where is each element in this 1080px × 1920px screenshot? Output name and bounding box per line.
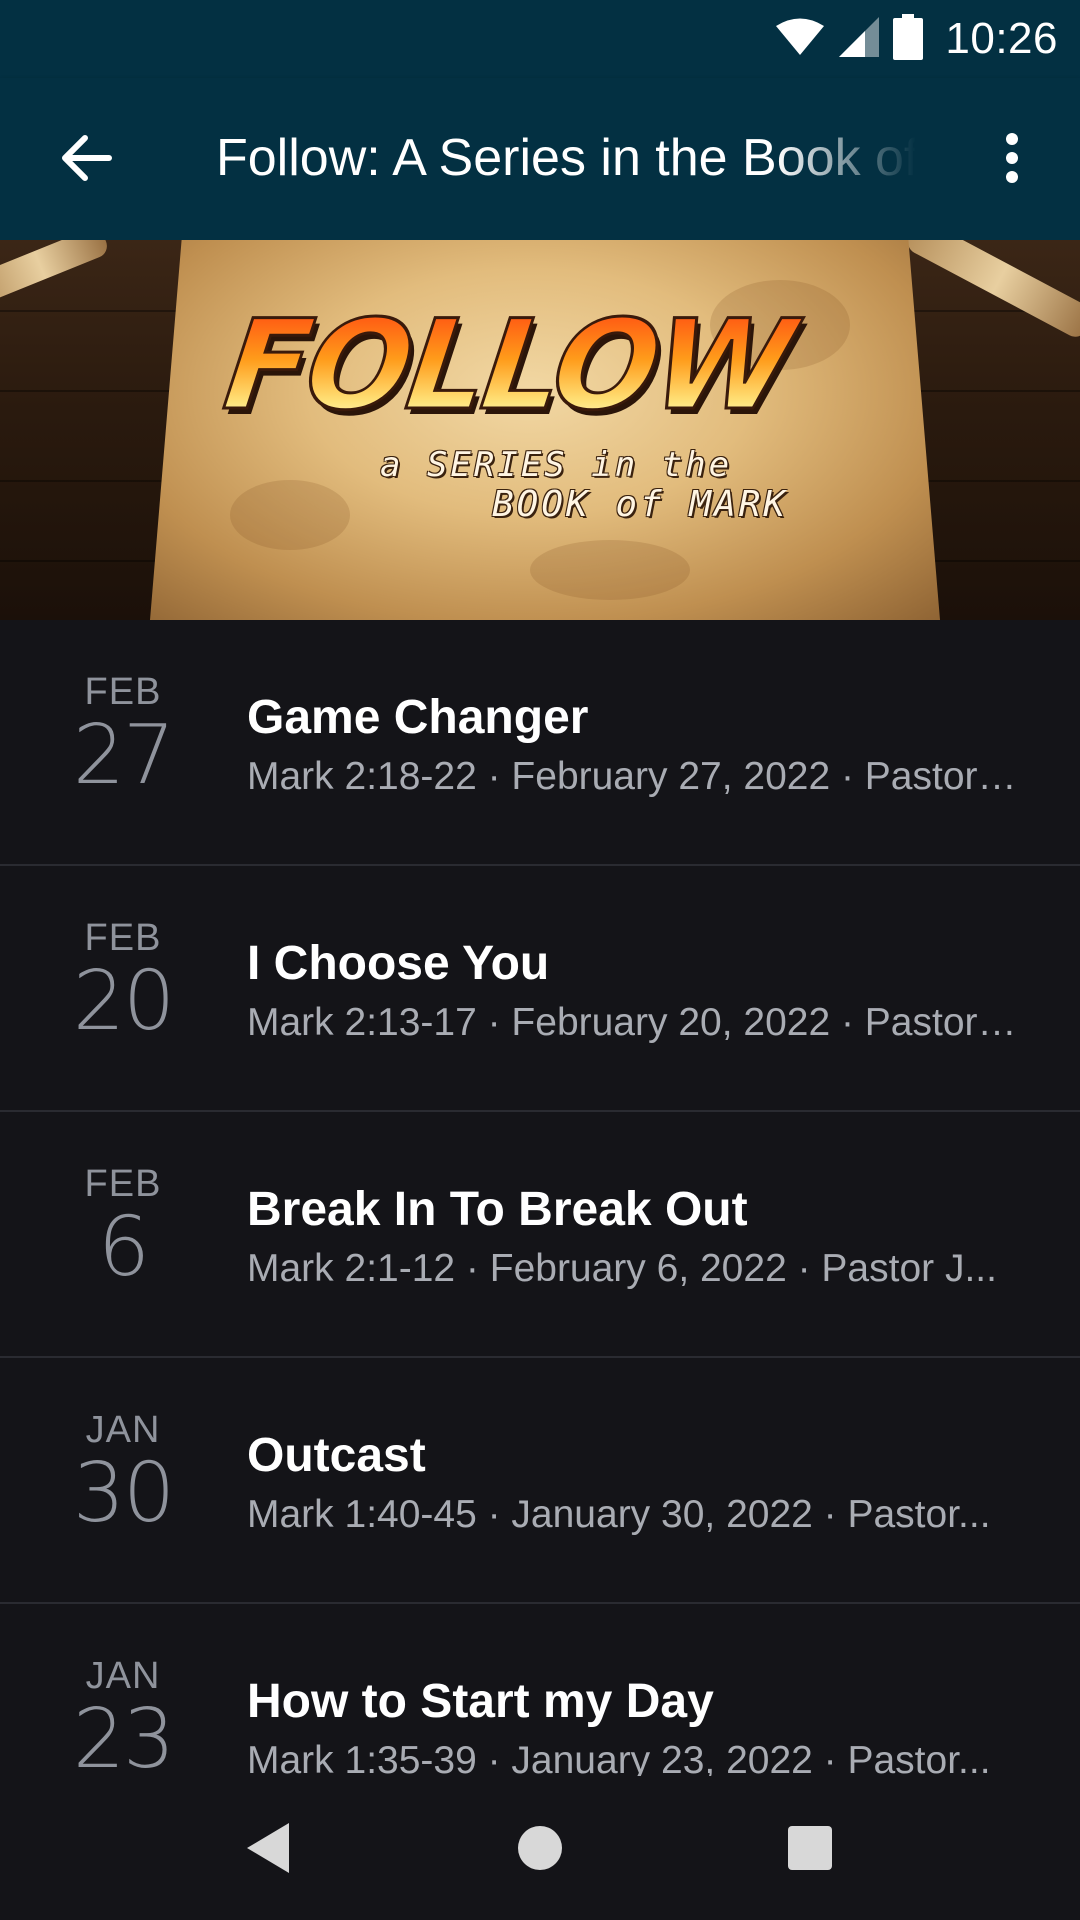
wifi-icon (775, 17, 825, 62)
back-button[interactable] (46, 118, 126, 198)
date-month: JAN (85, 1655, 161, 1697)
date-day: 30 (72, 1446, 175, 1541)
follow-title-art: FOLLOW FOLLOW (201, 298, 816, 438)
nav-back-button[interactable] (228, 1808, 308, 1888)
sermon-title: Outcast (247, 1429, 426, 1482)
sermon-row[interactable]: FEB 20 I Choose You Mark 2:13-17 · Febru… (0, 866, 1080, 1112)
sermon-title: Break In To Break Out (247, 1183, 748, 1236)
date-day: 27 (72, 708, 175, 803)
date-day: 20 (72, 954, 175, 1049)
sermon-row[interactable]: FEB 6 Break In To Break Out Mark 2:1-12 … (0, 1112, 1080, 1358)
back-triangle-icon (247, 1823, 289, 1873)
date-badge: JAN 23 (40, 1656, 206, 1784)
cell-signal-icon (837, 15, 881, 64)
date-month: FEB (84, 917, 162, 959)
sermon-list: FEB 27 Game Changer Mark 2:18-22 · Febru… (0, 620, 1080, 1850)
status-icons: 10:26 (763, 0, 1058, 78)
date-day: 23 (72, 1692, 175, 1787)
nav-home-button[interactable] (500, 1808, 580, 1888)
nav-recents-button[interactable] (770, 1808, 850, 1888)
date-month: FEB (84, 1163, 162, 1205)
date-day: 6 (97, 1200, 150, 1295)
sermon-row[interactable]: FEB 27 Game Changer Mark 2:18-22 · Febru… (0, 620, 1080, 866)
banner-subtitle-line2: BOOK of MARK (492, 484, 789, 525)
sermon-meta: Mark 1:40-45 · January 30, 2022 · Pastor… (247, 1493, 991, 1536)
date-badge: JAN 30 (40, 1410, 206, 1538)
status-bar: 10:26 (0, 0, 1080, 78)
sermon-meta: Mark 2:13-17 · February 20, 2022 · Pasto… (247, 1001, 1027, 1044)
sermon-title: I Choose You (247, 937, 550, 990)
sermon-title: How to Start my Day (247, 1675, 714, 1728)
date-badge: FEB 27 (40, 672, 206, 800)
date-badge: FEB 20 (40, 918, 206, 1046)
more-vert-icon (1006, 133, 1018, 183)
app-bar: Follow: A Series in the Book of Mark (0, 78, 1080, 240)
sermon-row[interactable]: JAN 30 Outcast Mark 1:40-45 · January 30… (0, 1358, 1080, 1604)
recents-square-icon (788, 1826, 832, 1870)
banner-subtitle-line1: a SERIES in the (380, 445, 733, 485)
sermon-title: Game Changer (247, 691, 589, 744)
sermon-meta: Mark 2:1-12 · February 6, 2022 · Pastor … (247, 1247, 997, 1290)
date-month: FEB (84, 671, 162, 713)
date-month: JAN (85, 1409, 161, 1451)
svg-text:FOLLOW: FOLLOW (202, 298, 811, 438)
home-circle-icon (518, 1826, 562, 1870)
system-nav-bar (0, 1776, 1080, 1920)
arrow-left-icon (62, 135, 112, 181)
more-options-button[interactable] (972, 118, 1052, 198)
page-title: Follow: A Series in the Book of Mark (216, 129, 916, 187)
battery-icon (893, 13, 924, 65)
date-badge: FEB 6 (40, 1164, 206, 1292)
sermon-meta: Mark 2:18-22 · February 27, 2022 · Pasto… (247, 755, 1027, 798)
status-time: 10:26 (945, 14, 1058, 63)
